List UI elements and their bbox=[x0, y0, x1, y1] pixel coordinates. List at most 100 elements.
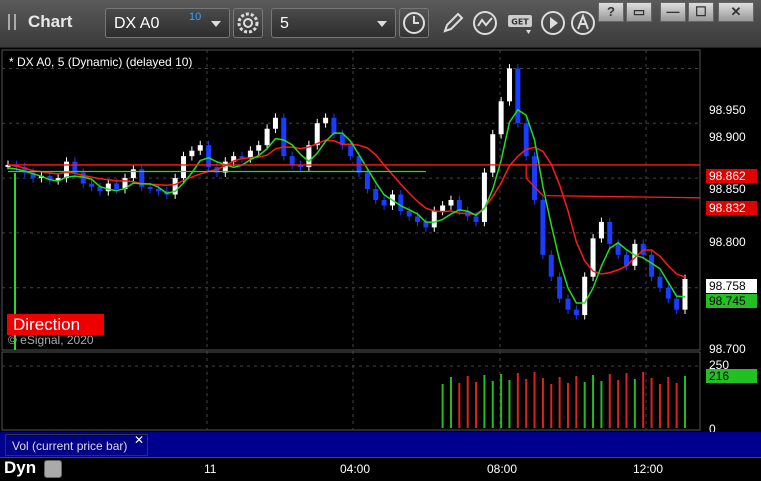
symbol-input[interactable]: DX A0 10 bbox=[105, 8, 230, 38]
candle-body bbox=[540, 200, 546, 255]
get-icon[interactable]: GET bbox=[506, 10, 536, 36]
candle-body bbox=[506, 68, 512, 102]
candle-body bbox=[264, 128, 270, 146]
volume-bar bbox=[658, 384, 661, 428]
volume-bar bbox=[491, 381, 494, 428]
settings-button[interactable] bbox=[233, 8, 263, 38]
candlesticks bbox=[5, 64, 688, 320]
volume-bar bbox=[466, 376, 469, 428]
volume-bar bbox=[650, 378, 653, 428]
volume-bar bbox=[583, 382, 586, 428]
candle-body bbox=[206, 145, 212, 168]
dynamic-mode[interactable]: Dyn bbox=[4, 458, 36, 478]
candle-body bbox=[189, 150, 195, 157]
candle-body bbox=[415, 216, 421, 222]
alert-icon[interactable] bbox=[570, 10, 596, 36]
candle-body bbox=[155, 189, 161, 192]
candle-body bbox=[649, 254, 655, 277]
volume-bar bbox=[608, 374, 611, 428]
chevron-down-icon[interactable] bbox=[377, 21, 387, 27]
candle-body bbox=[557, 276, 563, 299]
candle-body bbox=[448, 200, 454, 206]
candle-body bbox=[331, 117, 337, 135]
price-tick: 98.800 bbox=[709, 235, 746, 249]
candle-body bbox=[532, 156, 538, 200]
volume-bar bbox=[684, 376, 686, 428]
svg-text:GET: GET bbox=[511, 18, 529, 27]
price-tick: 98.950 bbox=[709, 103, 746, 117]
chart-toolbar: Chart DX A0 10 5 GET ? ▭ — ☐ ✕ bbox=[0, 0, 761, 48]
candle-body bbox=[381, 200, 387, 206]
volume-bar bbox=[566, 383, 569, 428]
volume-bar bbox=[592, 375, 595, 428]
candle-body bbox=[406, 210, 412, 217]
volume-bar bbox=[533, 372, 536, 428]
candle-body bbox=[565, 298, 571, 310]
time-tick: 08:00 bbox=[487, 462, 518, 476]
volume-bar bbox=[558, 377, 561, 428]
time-button[interactable] bbox=[399, 8, 429, 38]
minimize-button[interactable]: — bbox=[660, 2, 686, 22]
restore-button[interactable]: ▭ bbox=[626, 2, 652, 22]
volume-pane-frame bbox=[1, 351, 701, 431]
maximize-button[interactable]: ☐ bbox=[688, 2, 714, 22]
candle-body bbox=[364, 172, 370, 190]
candle-body bbox=[114, 183, 120, 190]
volume-bar bbox=[541, 378, 544, 428]
red-level-line bbox=[509, 164, 701, 199]
copyright: © eSignal, 2020 bbox=[8, 333, 94, 347]
gear-icon bbox=[237, 12, 259, 34]
candle-body bbox=[130, 169, 136, 179]
volume-bar bbox=[550, 384, 553, 428]
volume-study-tab[interactable]: Vol (current price bar) bbox=[5, 434, 148, 456]
pencil-icon[interactable] bbox=[440, 10, 466, 36]
green-moving-average bbox=[7, 108, 686, 304]
direction-label: Direction bbox=[7, 314, 104, 335]
chart-legend: * DX A0, 5 (Dynamic) (delayed 10) bbox=[9, 55, 193, 69]
price-pane-frame bbox=[1, 49, 701, 351]
interval-value: 5 bbox=[280, 15, 289, 32]
candle-body bbox=[147, 186, 153, 190]
candle-body bbox=[573, 309, 579, 316]
volume-bar bbox=[525, 379, 528, 428]
price-chart[interactable] bbox=[0, 48, 761, 432]
candle-body bbox=[473, 216, 479, 222]
volume-bar bbox=[500, 374, 503, 428]
delay-badge: 10 bbox=[189, 11, 202, 23]
candle-body bbox=[674, 298, 680, 310]
candle-body bbox=[64, 161, 70, 179]
candle-body bbox=[306, 145, 312, 168]
candle-body bbox=[181, 156, 187, 179]
help-button[interactable]: ? bbox=[598, 2, 624, 22]
close-icon[interactable]: ✕ bbox=[134, 433, 144, 447]
candle-body bbox=[281, 117, 287, 157]
candle-body bbox=[197, 145, 203, 151]
volume-bar bbox=[575, 376, 578, 428]
volume-bars bbox=[441, 372, 686, 428]
candle-body bbox=[440, 205, 446, 211]
candle-body bbox=[582, 276, 588, 316]
volume-bar bbox=[458, 383, 461, 428]
candle-body bbox=[615, 243, 621, 255]
candle-body bbox=[431, 210, 437, 228]
candle-body bbox=[607, 221, 613, 244]
volume-bar bbox=[475, 382, 478, 428]
candle-body bbox=[256, 145, 262, 151]
lock-icon[interactable] bbox=[44, 460, 62, 478]
volume-bar bbox=[483, 375, 486, 428]
grip-icon[interactable] bbox=[8, 14, 16, 30]
candle-body bbox=[272, 117, 278, 129]
candle-body bbox=[498, 101, 504, 135]
candle-body bbox=[348, 145, 354, 157]
candle-body bbox=[490, 134, 496, 173]
candle-body bbox=[682, 278, 688, 310]
price-marker-red: 98.832 bbox=[706, 201, 757, 215]
close-button[interactable]: ✕ bbox=[718, 2, 754, 22]
study-icon[interactable] bbox=[472, 10, 498, 36]
price-marker-green: 98.745 bbox=[706, 294, 757, 308]
volume-bar bbox=[441, 384, 444, 428]
interval-input[interactable]: 5 bbox=[271, 8, 396, 38]
chevron-down-icon[interactable] bbox=[211, 21, 221, 27]
play-icon[interactable] bbox=[540, 10, 566, 36]
volume-bar bbox=[675, 383, 678, 428]
